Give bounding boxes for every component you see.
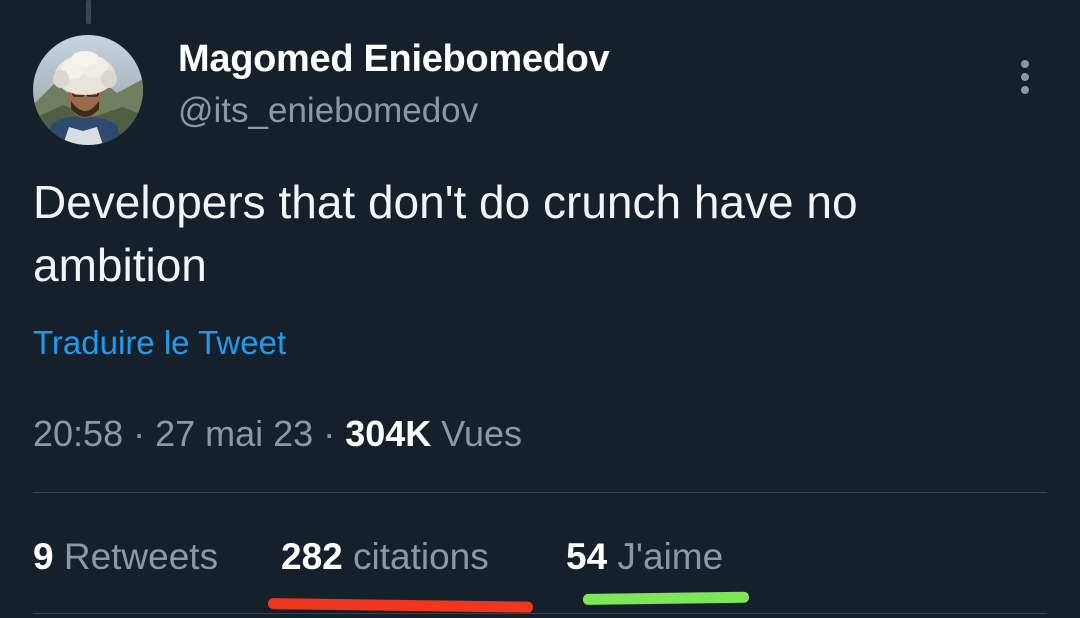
tweet-date[interactable]: 27 mai 23 [155, 413, 313, 454]
likes-count: 54 [566, 536, 608, 577]
red-underline-annotation [267, 598, 534, 613]
meta-separator: · [313, 413, 346, 454]
more-vertical-icon [1021, 60, 1029, 94]
avatar-image [33, 35, 143, 145]
tweet-meta: 20:58 · 27 mai 23 · 304K Vues [33, 413, 522, 455]
views-count: 304K [345, 413, 432, 454]
quotes-label: citations [342, 536, 489, 577]
tweet-text: Developers that don't do crunch have no … [33, 176, 858, 291]
avatar[interactable] [33, 35, 143, 145]
author-name[interactable]: Magomed Eniebomedov [178, 38, 610, 81]
tweet-time[interactable]: 20:58 [33, 413, 123, 454]
divider [33, 613, 1047, 614]
quotes-count: 282 [281, 536, 343, 577]
likes-label: J'aime [607, 536, 724, 577]
likes-stat[interactable]: 54 J'aime [566, 536, 723, 578]
thread-connector-line [86, 0, 91, 24]
views-label: Vues [431, 413, 522, 454]
quotes-stat[interactable]: 282 citations [281, 536, 489, 578]
retweets-count: 9 [33, 536, 54, 577]
divider [33, 492, 1047, 493]
retweets-stat[interactable]: 9 Retweets [33, 536, 218, 578]
translate-tweet-link[interactable]: Traduire le Tweet [33, 324, 286, 362]
more-options-button[interactable] [1008, 58, 1042, 98]
retweets-label: Retweets [53, 536, 219, 577]
author-handle[interactable]: @its_eniebomedov [178, 91, 478, 131]
green-underline-annotation [582, 591, 750, 605]
meta-separator: · [123, 413, 156, 454]
